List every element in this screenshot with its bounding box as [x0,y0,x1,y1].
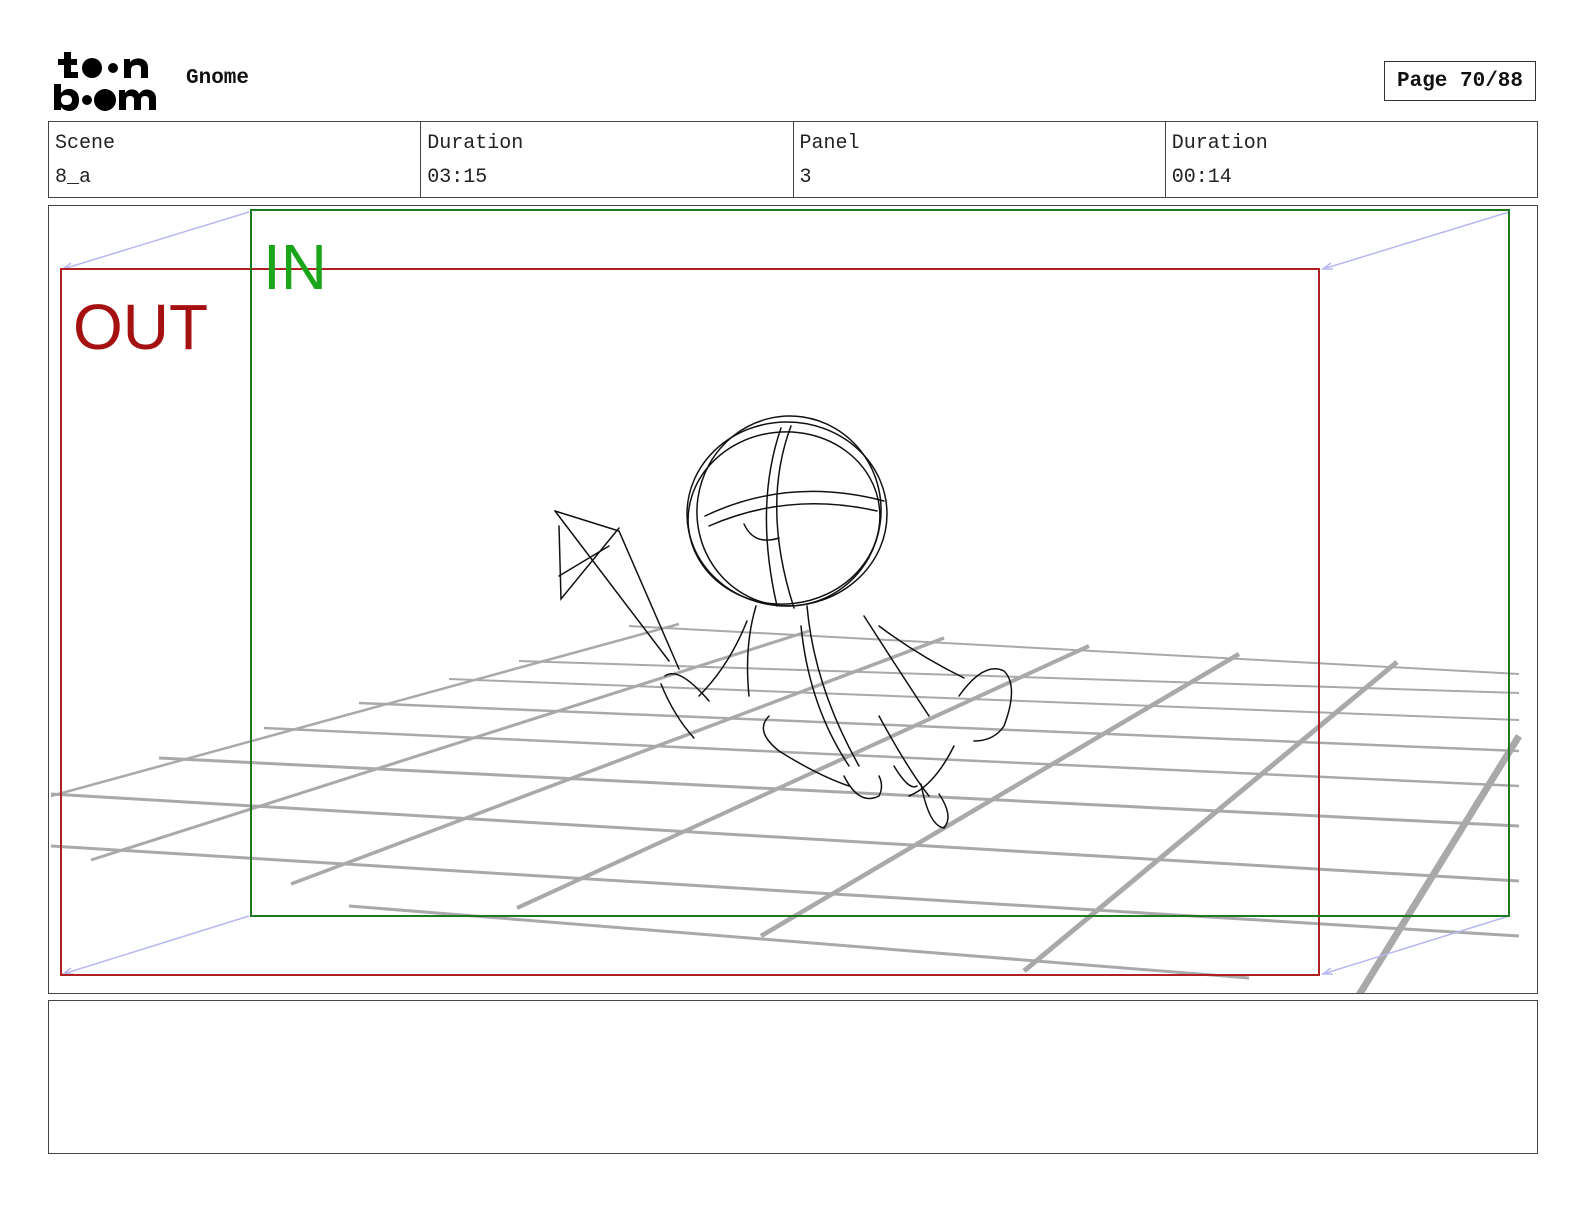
panel-duration-value: 00:14 [1171,166,1232,189]
scene-duration-cell: Duration 03:15 [421,122,794,197]
gnome-sketch [554,415,1013,829]
scene-duration-value: 03:15 [427,166,488,189]
project-title: Gnome [186,67,250,90]
in-label: IN [263,231,327,303]
scene-duration-label: Duration [427,132,524,155]
panel-value: 3 [799,166,812,189]
scene-label: Scene [55,132,116,155]
scene-info-table: Scene 8_a Duration 03:15 Panel 3 Duratio… [48,121,1538,198]
scene-cell: Scene 8_a [49,122,422,197]
panel-label: Panel [799,132,860,155]
page-indicator: Page 70/88 [1384,61,1536,101]
panel-cell: Panel 3 [794,122,1166,197]
storyboard-panel: IN OUT [48,205,1538,994]
out-label: OUT [73,291,208,363]
scene-value: 8_a [55,166,92,189]
panel-duration-cell: Duration 00:14 [1166,122,1537,197]
in-frame [250,209,1510,917]
out-frame [60,268,1320,976]
floor-grid [50,622,1522,993]
toon-boom-logo [52,50,164,114]
panel-notes-box [48,1000,1538,1154]
panel-artwork: IN OUT [50,209,1522,993]
panel-duration-label: Duration [1171,132,1268,155]
